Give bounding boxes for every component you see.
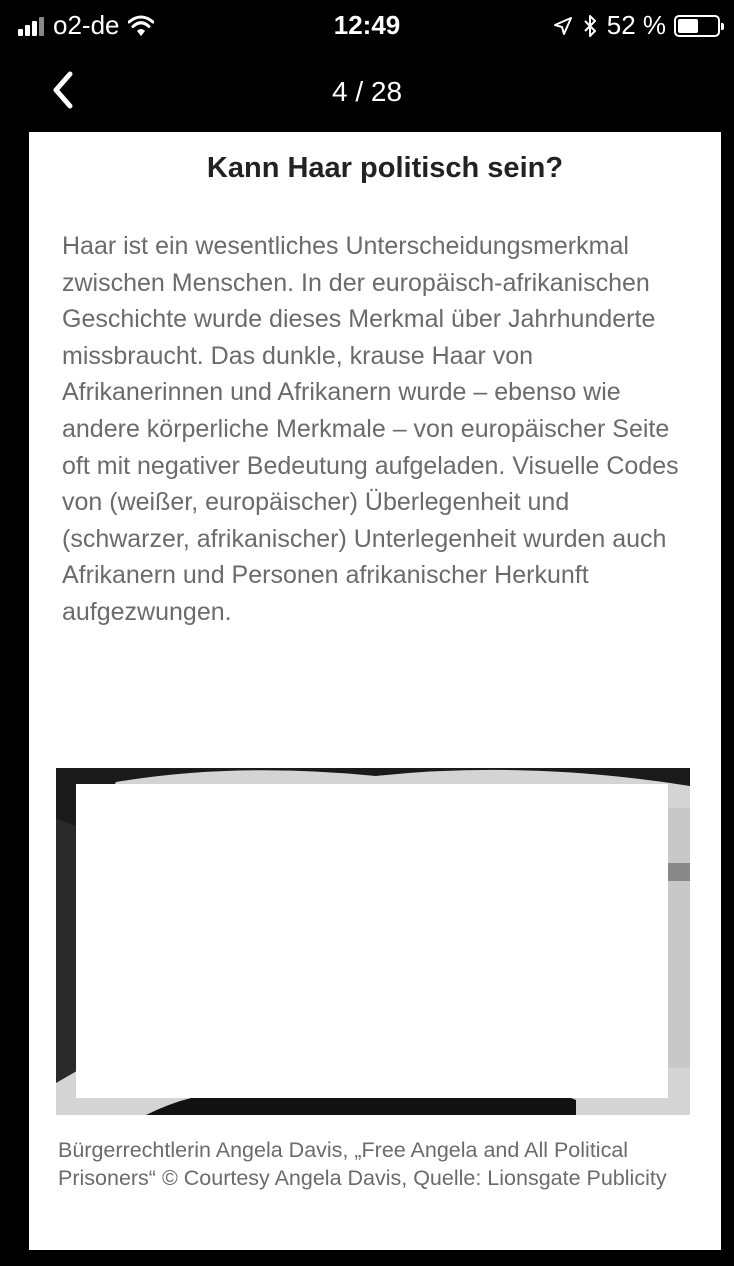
bluetooth-icon [584, 14, 596, 37]
article-body: Haar ist ein wesentliches Unterscheidung… [62, 232, 679, 626]
battery-level-fill [678, 18, 698, 33]
article-title: Kann Haar politisch sein? [206, 152, 564, 184]
battery-nub [721, 22, 724, 30]
article-photo [56, 768, 690, 1115]
page-indicator: 4 / 28 [331, 76, 403, 107]
navigation-bar: 4 / 28 [0, 52, 734, 132]
battery-percent: 52 % [606, 10, 666, 40]
location-arrow-icon [553, 16, 572, 35]
battery-icon [674, 14, 724, 37]
photo-caption: Bürgerrechtlerin Angela Davis, „Free Ang… [58, 1138, 667, 1190]
photo-redaction [76, 784, 668, 1098]
status-bar: o2-de 12:49 52 % [0, 0, 734, 52]
status-bar-right: 52 % [553, 10, 724, 41]
article-card[interactable]: Kann Haar politisch sein? Haar ist ein w… [29, 132, 721, 1250]
